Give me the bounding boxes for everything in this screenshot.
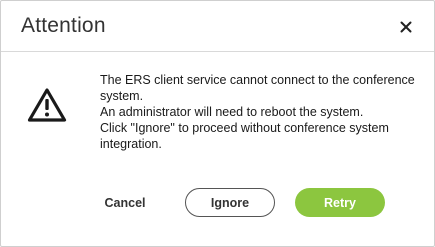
close-button[interactable] [395,16,417,38]
dialog-title: Attention [21,14,106,37]
retry-button[interactable]: Retry [295,188,385,217]
message-line: An administrator will need to reboot the… [100,105,364,119]
message-line: Click "Ignore" to proceed without confer… [100,121,389,151]
header-divider [1,51,434,52]
attention-dialog: Attention The ERS client service cannot … [0,0,435,247]
dialog-message: The ERS client service cannot connect to… [100,72,420,152]
close-icon [400,21,412,33]
message-line: The ERS client service cannot connect to… [100,73,415,103]
cancel-button[interactable]: Cancel [97,189,153,217]
warning-triangle-icon [27,88,67,122]
dialog-header: Attention [1,1,434,51]
ignore-button[interactable]: Ignore [185,188,275,217]
